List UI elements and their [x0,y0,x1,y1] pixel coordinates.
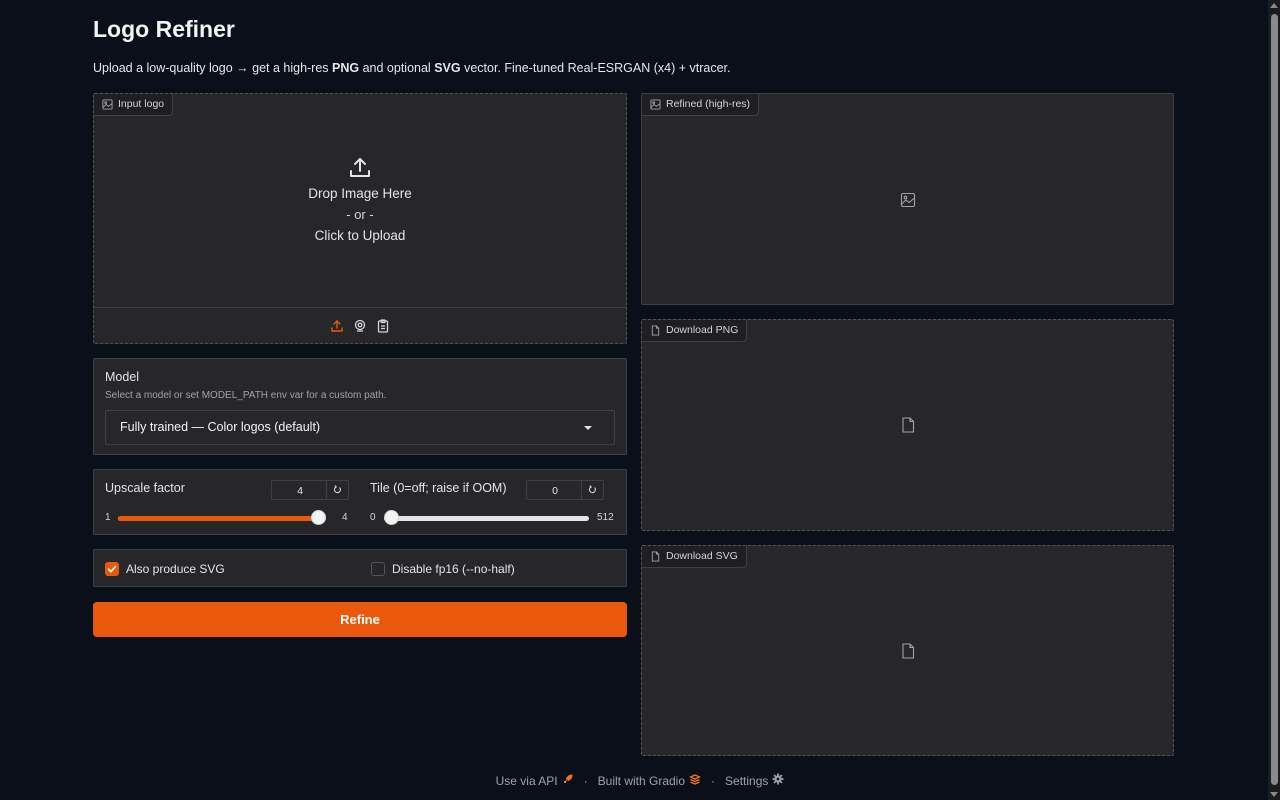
model-selected-value: Fully trained — Color logos (default) [120,420,321,434]
upscale-slider[interactable] [118,510,326,526]
also-svg-label[interactable]: Also produce SVG [126,562,225,576]
gradio-logo-icon [689,773,702,785]
download-svg-output: Download SVG [641,545,1174,756]
chevron-down-icon [584,426,592,430]
file-placeholder-icon [902,417,915,433]
model-block: Model Select a model or set MODEL_PATH e… [93,358,627,455]
footer: Use via API · Built with Gradio · Settin… [0,773,1280,788]
image-icon [650,99,661,110]
model-label: Model [105,370,140,384]
tile-min: 0 [370,512,376,523]
rocket-icon [562,773,574,785]
sliders-block: Upscale factor 4 1 4 Tile (0=off; raise … [93,469,627,535]
upload-dropzone[interactable]: Drop Image Here - or - Click to Upload [94,156,626,243]
use-via-api-link[interactable]: Use via API [496,773,574,788]
download-png-label: Download PNG [642,320,748,342]
disable-fp16-checkbox[interactable] [371,562,385,576]
upload-icon [350,158,370,177]
upscale-number-input[interactable]: 4 [271,480,349,500]
refined-output-label: Refined (high-res) [642,94,760,116]
settings-link[interactable]: Settings [725,773,784,788]
app-container: Logo Refiner Upload a low-quality logo →… [93,0,1174,800]
check-icon [107,565,117,573]
file-icon [651,551,660,562]
built-with-gradio-link[interactable]: Built with Gradio [598,773,702,788]
or-text: - or - [346,207,374,222]
file-placeholder-icon [902,643,915,659]
refined-output: Refined (high-res) [641,93,1174,305]
click-to-upload-text: Click to Upload [314,228,406,243]
tile-max: 512 [597,512,614,523]
disable-fp16-label[interactable]: Disable fp16 (--no-half) [392,562,515,576]
upscale-label: Upscale factor [105,481,185,495]
page-description: Upload a low-quality logo → get a high-r… [93,61,731,75]
scroll-down-arrow[interactable] [1270,792,1278,797]
reset-icon[interactable] [581,481,603,499]
model-info: Select a model or set MODEL_PATH env var… [105,390,387,401]
tile-slider[interactable] [384,510,589,526]
reset-icon[interactable] [326,481,348,499]
upload-source-icon[interactable] [330,319,344,333]
download-png-output: Download PNG [641,319,1174,531]
page-title: Logo Refiner [93,16,235,42]
tile-number-input[interactable]: 0 [526,480,604,500]
tile-slider-thumb[interactable] [384,510,399,525]
image-placeholder-icon [900,192,916,208]
scrollbar-thumb[interactable] [1271,14,1278,785]
download-svg-label: Download SVG [642,546,747,568]
drop-image-text: Drop Image Here [308,186,412,201]
upscale-slider-thumb[interactable] [311,510,326,525]
options-block: Also produce SVG Disable fp16 (--no-half… [93,549,627,587]
image-icon [102,99,113,110]
model-dropdown[interactable]: Fully trained — Color logos (default) [105,410,615,445]
upscale-max: 4 [342,512,348,523]
input-logo-upload[interactable]: Input logo Drop Image Here - or - Click … [93,93,627,344]
upscale-min: 1 [105,512,111,523]
gear-icon [772,773,784,785]
webcam-icon[interactable] [353,319,367,333]
clipboard-icon[interactable] [376,318,390,333]
tile-label: Tile (0=off; raise if OOM) [370,481,507,495]
upscale-slider-fill [118,516,326,521]
file-icon [651,325,660,336]
also-svg-checkbox[interactable] [105,562,119,576]
scroll-up-arrow[interactable] [1270,3,1278,8]
page-scrollbar[interactable] [1268,0,1280,800]
input-logo-label: Input logo [94,94,174,116]
upload-source-bar [94,307,626,343]
refine-button[interactable]: Refine [93,602,627,637]
